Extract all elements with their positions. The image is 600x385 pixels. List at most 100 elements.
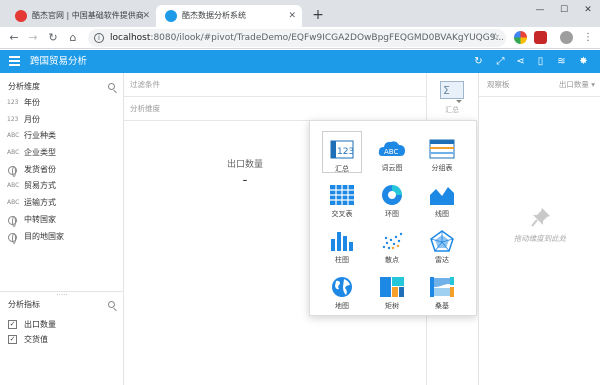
share-icon[interactable]: ⋖ [514, 55, 527, 68]
close-icon[interactable]: ✕ [142, 5, 150, 27]
dimension-item[interactable]: 123 月份 [0, 112, 124, 129]
metric-label: 交货值 [24, 335, 48, 344]
chart-type-option[interactable]: 交叉表 [322, 177, 362, 219]
info-icon[interactable]: i [94, 33, 104, 43]
svg-text:ABC: ABC [384, 148, 398, 156]
chart-type-label: 线图 [435, 210, 449, 218]
chart-type-option[interactable]: ABC 词云图 [372, 131, 412, 173]
settings-icon[interactable]: ✸ [577, 55, 590, 68]
chart-type-option[interactable]: 123 汇总 [322, 131, 362, 173]
window-controls: — ☐ ✕ [528, 0, 600, 22]
filter-drop-zone[interactable]: 过滤条件 [124, 73, 426, 97]
metric-item[interactable]: ✓ 出口数量 [0, 317, 124, 332]
home-icon[interactable]: ⌂ [65, 30, 81, 46]
browser-tab-analysis[interactable]: 酷杰数据分析系统 ✕ [156, 5, 302, 27]
url-host: localhost [110, 33, 151, 43]
dimension-item[interactable]: 123 年份 [0, 95, 124, 112]
search-icon[interactable] [108, 301, 115, 308]
text-type-icon: ABC [7, 132, 20, 140]
app-title: 跨国贸易分析 [30, 56, 88, 67]
close-icon[interactable]: ✕ [288, 5, 296, 27]
chart-type-label: 汇总 [445, 106, 459, 114]
observation-panel: 观察板 出口数量 ▾ 拖动维度到此处 [478, 73, 600, 385]
metric-item[interactable]: ✓ 交货值 [0, 332, 124, 347]
text-type-icon: ABC [7, 149, 20, 157]
browser-menu-icon[interactable]: ⋮ [580, 30, 596, 46]
numeric-type-icon: 123 [7, 99, 19, 106]
dimension-item[interactable]: ABC 企业类型 [0, 145, 124, 162]
chart-type-option[interactable]: 散点 [372, 223, 412, 265]
pin-icon [531, 208, 550, 227]
chart-type-label: 交叉表 [331, 210, 353, 218]
metrics-header: 分析指标 [0, 295, 124, 315]
chart-type-option[interactable]: 雷达 [422, 223, 462, 265]
address-bar[interactable]: i localhost:8080/ilook/#pivot/TradeDemo/… [88, 29, 506, 47]
minimize-icon[interactable]: — [528, 0, 552, 22]
chart-type-label: 桑基 [435, 302, 449, 310]
dimension-item[interactable]: 目的地国家 [0, 229, 124, 246]
word-cloud-icon: ABC [378, 141, 405, 156]
dimension-label: 运输方式 [24, 198, 56, 208]
chart-type-option[interactable]: 地图 [322, 269, 362, 311]
map-icon [332, 277, 352, 297]
chart-type-option[interactable]: 环图 [372, 177, 412, 219]
checkbox[interactable]: ✓ [8, 335, 17, 344]
extension-color-icon[interactable] [514, 31, 527, 44]
chart-type-selector-button[interactable]: Σ 汇总 [432, 77, 472, 121]
maximize-icon[interactable]: ☐ [552, 0, 576, 22]
chart-type-option[interactable]: 分组表 [422, 131, 462, 173]
radar-icon [430, 230, 454, 252]
app-favicon-icon [165, 10, 177, 22]
grouped-table-icon [429, 139, 455, 159]
refresh-icon[interactable]: ↻ [472, 55, 485, 68]
dimension-label: 中转国家 [24, 214, 56, 224]
summary-value-title: 出口数量 [226, 160, 263, 170]
scatter-icon [382, 232, 403, 250]
chart-type-label: 地图 [335, 302, 349, 310]
hamburger-menu-icon[interactable] [9, 56, 20, 66]
dimension-item[interactable]: ABC 行业种类 [0, 128, 124, 145]
chart-type-option[interactable]: 线图 [422, 177, 462, 219]
dimension-item[interactable]: 中转国家 [0, 212, 124, 229]
export-icon[interactable]: ▯ [534, 55, 547, 68]
chart-type-option[interactable]: 桑基 [422, 269, 462, 311]
summary-value: - [242, 173, 248, 188]
drop-hint: 拖动维度到此处 [513, 234, 567, 243]
dimension-item[interactable]: ABC 贸易方式 [0, 178, 124, 195]
chart-type-label: 环图 [385, 210, 399, 218]
back-arrow-icon[interactable]: ← [6, 30, 22, 46]
forward-arrow-icon[interactable]: → [25, 30, 41, 46]
chart-type-label: 矩树 [385, 302, 399, 310]
dimension-item[interactable]: 发货省份 [0, 162, 124, 179]
reload-icon[interactable]: ↻ [45, 30, 61, 46]
bookmark-star-icon[interactable]: ☆ [491, 29, 500, 47]
sankey-icon [430, 277, 454, 297]
browser-tab-strip: 酷杰官网 | 中国基础软件提供商 ✕ 酷杰数据分析系统 ✕ + — ☐ ✕ [0, 0, 600, 27]
tab-title: 酷杰官网 | 中国基础软件提供商 [32, 11, 144, 20]
left-panel: 分析维度 123 年份 123 月份 ABC 行业种类 ABC 企业类型 发货省份 ABC 贸易方式… [0, 73, 124, 385]
fullscreen-icon[interactable]: ⤢ [494, 55, 507, 68]
dimension-drop-zone[interactable]: 分析维度 [124, 97, 426, 121]
dimension-label: 月份 [24, 114, 40, 124]
metric-select[interactable]: 出口数量 ▾ [559, 73, 595, 97]
extension-red-icon[interactable] [534, 31, 547, 44]
dimension-label: 目的地国家 [24, 231, 64, 241]
chart-type-popup: 123 汇总 ABC 词云图 分组表交叉表 环图 线图柱图 散点 雷达地图 矩树 桑基 [309, 120, 477, 316]
new-tab-button[interactable]: + [309, 5, 327, 25]
dimension-label: 企业类型 [24, 148, 56, 158]
text-type-icon: ABC [7, 182, 20, 190]
chart-type-label: 汇总 [335, 165, 349, 173]
checkbox[interactable]: ✓ [8, 320, 17, 329]
chart-type-option[interactable]: 矩树 [372, 269, 412, 311]
browser-tab-kujie-home[interactable]: 酷杰官网 | 中国基础软件提供商 ✕ [6, 5, 156, 27]
numeric-type-icon: 123 [7, 115, 19, 123]
dimension-label: 年份 [24, 98, 40, 107]
chart-type-option[interactable]: 柱图 [322, 223, 362, 265]
line-area-icon [430, 187, 454, 205]
search-icon[interactable] [108, 83, 115, 90]
database-icon[interactable]: ≋ [555, 55, 568, 68]
close-window-icon[interactable]: ✕ [576, 0, 600, 22]
dimension-item[interactable]: ABC 运输方式 [0, 195, 124, 212]
profile-avatar-icon[interactable] [560, 31, 573, 44]
browser-toolbar: ← → ↻ ⌂ i localhost:8080/ilook/#pivot/Tr… [0, 27, 600, 49]
